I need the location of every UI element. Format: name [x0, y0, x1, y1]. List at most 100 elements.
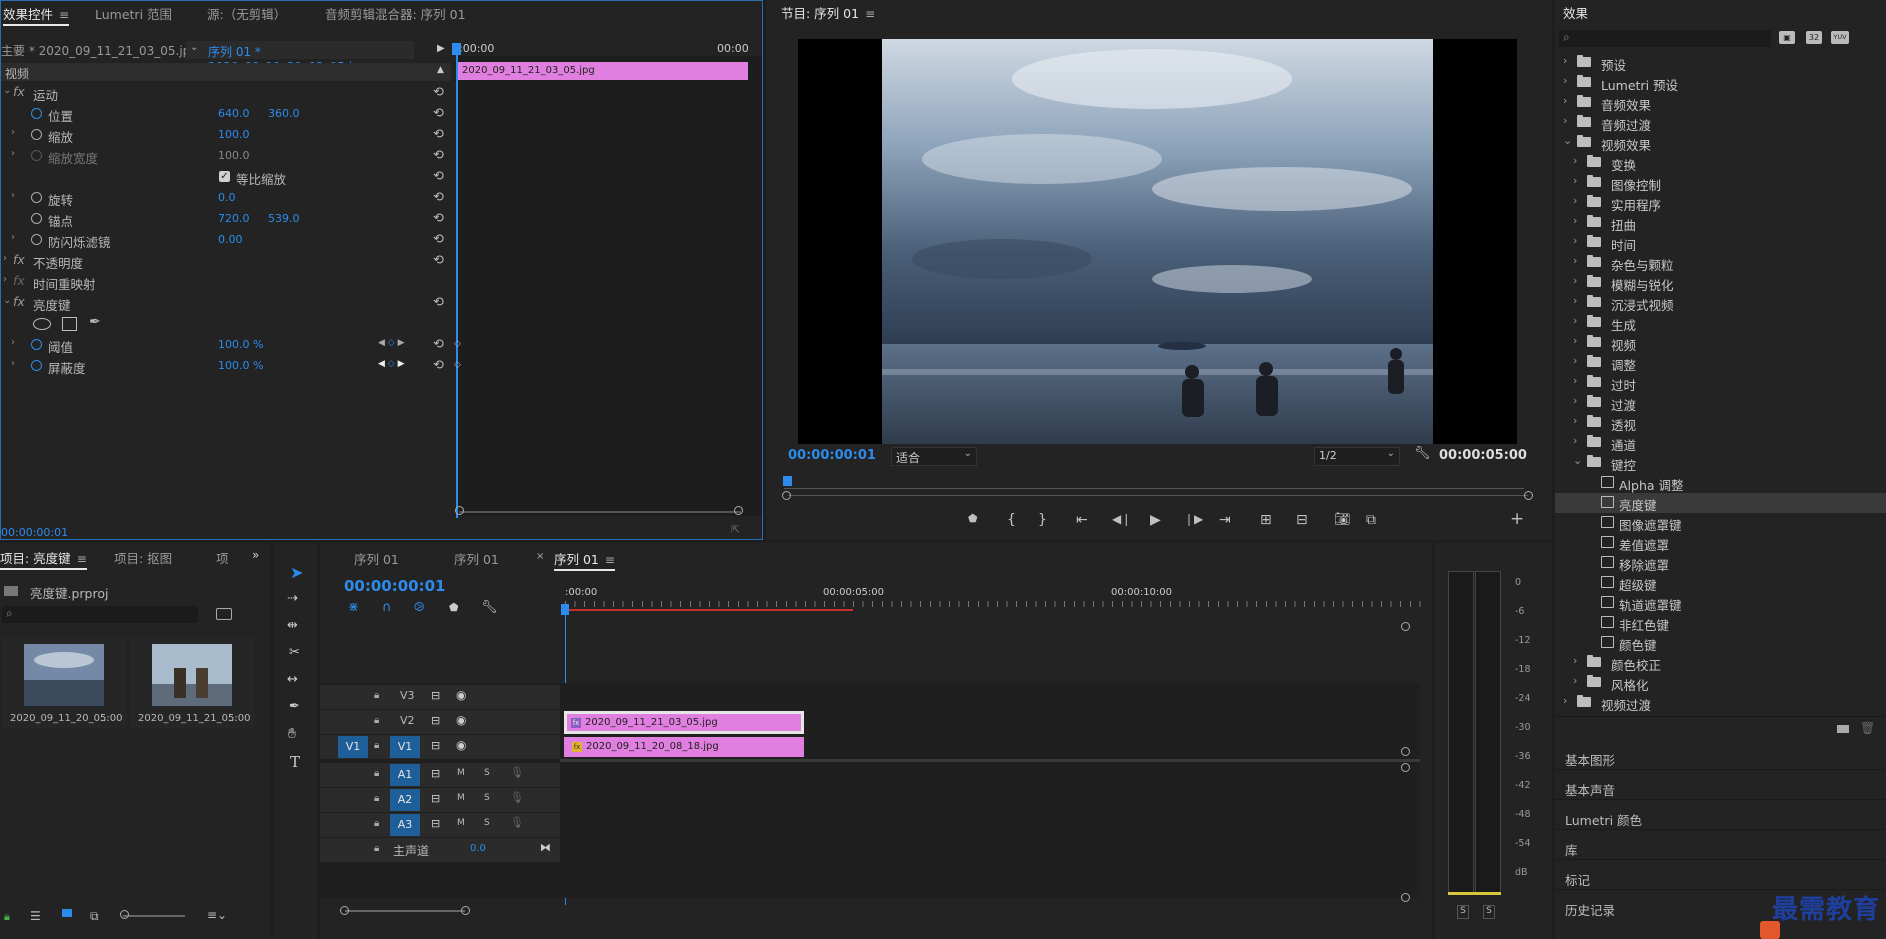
- tab-project-luma-key[interactable]: 项目: 亮度键 ≡: [0, 548, 87, 570]
- linked-select-icon[interactable]: ⧁: [414, 600, 424, 615]
- add-button-icon[interactable]: +: [1510, 509, 1524, 529]
- tab-audio-clip-mixer[interactable]: 音频剪辑混合器: 序列 01: [325, 4, 466, 23]
- scroll-handle-icon[interactable]: [1524, 491, 1533, 500]
- effects-folder-item[interactable]: › 时间: [1555, 233, 1886, 253]
- track-target-a2[interactable]: A2: [390, 789, 420, 811]
- type-tool-icon[interactable]: T: [290, 753, 300, 771]
- microphone-icon[interactable]: 🎙︎: [510, 791, 524, 804]
- sort-icon[interactable]: ≡⌄: [207, 908, 227, 922]
- track-target-v1[interactable]: V1: [390, 736, 420, 758]
- zoom-slider-handle[interactable]: [120, 910, 129, 919]
- sync-lock-icon[interactable]: ⊟: [431, 817, 440, 830]
- chevron-right-icon[interactable]: ›: [1573, 234, 1577, 247]
- effect-item[interactable]: 图像遮罩键: [1555, 513, 1886, 533]
- overflow-icon[interactable]: »: [252, 548, 259, 562]
- position-y-value[interactable]: 360.0: [268, 107, 300, 120]
- sync-lock-icon[interactable]: ⊟: [431, 714, 440, 727]
- scroll-handle-icon[interactable]: [1401, 747, 1410, 756]
- scroll-handle-icon[interactable]: [782, 491, 791, 500]
- effects-folder-item[interactable]: › Lumetri 预设: [1555, 73, 1886, 93]
- effects-folder-item[interactable]: › 杂色与颗粒: [1555, 253, 1886, 273]
- work-area-bar[interactable]: [565, 609, 853, 611]
- sync-lock-icon[interactable]: ⊟: [431, 739, 440, 752]
- effect-item[interactable]: 颜色键: [1555, 633, 1886, 653]
- section-lumetri-color[interactable]: Lumetri 颜色: [1565, 810, 1642, 829]
- tab-sequence-2[interactable]: 序列 01: [454, 549, 499, 568]
- track-select-tool-icon[interactable]: ⇢: [287, 591, 298, 606]
- accelerated-effects-icon[interactable]: ▣: [1779, 31, 1795, 44]
- pen-mask-icon[interactable]: ✒: [89, 314, 101, 330]
- effects-folder-item[interactable]: › 调整: [1555, 353, 1886, 373]
- stopwatch-icon[interactable]: [31, 234, 42, 245]
- tab-sequence-1[interactable]: 序列 01: [354, 549, 399, 568]
- tab-sequence-3[interactable]: 序列 01 ≡: [554, 549, 615, 571]
- lock-icon[interactable]: 🔒︎: [374, 715, 379, 726]
- section-markers[interactable]: 标记: [1565, 870, 1590, 889]
- effects-folder-item[interactable]: › 过时: [1555, 373, 1886, 393]
- hand-tool-icon[interactable]: ✋︎: [288, 726, 296, 742]
- chevron-right-icon[interactable]: ›: [1573, 394, 1577, 407]
- tab-program[interactable]: 节目: 序列 01 ≡: [781, 3, 875, 22]
- ec-timeline-area[interactable]: 2020_09_11_21_03_05.jpg: [456, 56, 762, 516]
- effects-folder-item[interactable]: › 颜色校正: [1555, 653, 1886, 673]
- track-target-a1[interactable]: A1: [390, 764, 420, 786]
- new-bin-icon[interactable]: [216, 608, 232, 620]
- mark-in-icon[interactable]: {: [1007, 512, 1016, 528]
- effects-folder-item[interactable]: › 生成: [1555, 313, 1886, 333]
- motion-row[interactable]: ⌄ fx 运动 ⟲: [1, 83, 451, 103]
- clip-v2[interactable]: fx 2020_09_11_21_03_05.jpg: [567, 714, 801, 731]
- lock-icon[interactable]: 🔒︎: [374, 843, 379, 854]
- tab-project-matting[interactable]: 项目: 抠图: [114, 548, 172, 567]
- ec-zoom-scrollbar[interactable]: [459, 511, 741, 513]
- effects-folder-item[interactable]: › 透视: [1555, 413, 1886, 433]
- project-search-input[interactable]: ⌕: [2, 606, 198, 623]
- timeline-ruler[interactable]: :00:00 00:00:05:00 00:00:10:00: [565, 587, 1425, 613]
- effect-item[interactable]: Alpha 调整: [1555, 473, 1886, 493]
- stopwatch-icon[interactable]: [31, 129, 42, 140]
- project-item[interactable]: 2020_09_11_20_0... 5:00: [2, 638, 126, 728]
- mute-button[interactable]: M: [457, 793, 465, 803]
- effect-item[interactable]: 差值遮罩: [1555, 533, 1886, 553]
- scroll-handle-icon[interactable]: [1401, 893, 1410, 902]
- stopwatch-icon[interactable]: [31, 108, 42, 119]
- master-clip-label[interactable]: 主要 * 2020_09_11_21_03_05.jpg: [1, 42, 198, 59]
- scroll-handle-icon[interactable]: [1401, 622, 1410, 631]
- threshold-value[interactable]: 100.0 %: [218, 338, 263, 351]
- collapse-up-icon[interactable]: ▲: [437, 65, 444, 75]
- scroll-handle-icon[interactable]: [340, 906, 349, 915]
- effects-folder-item[interactable]: › 图像控制: [1555, 173, 1886, 193]
- track-label[interactable]: V2: [400, 714, 415, 727]
- ec-playhead-handle[interactable]: [452, 43, 461, 55]
- effects-folder-item[interactable]: › 沉浸式视频: [1555, 293, 1886, 313]
- effect-item[interactable]: 超级键: [1555, 573, 1886, 593]
- fx-icon[interactable]: fx: [13, 294, 25, 309]
- razor-tool-icon[interactable]: ✂: [289, 645, 300, 660]
- source-patch-v1[interactable]: V1: [338, 736, 368, 758]
- effects-folder-item[interactable]: › 预设: [1555, 53, 1886, 73]
- effects-folder-item[interactable]: › 实用程序: [1555, 193, 1886, 213]
- effects-folder-item[interactable]: ⌄ 视频效果: [1555, 133, 1886, 153]
- program-zoom-bar[interactable]: [788, 495, 1528, 496]
- new-folder-icon[interactable]: [1837, 725, 1849, 733]
- rotation-value[interactable]: 0.0: [218, 191, 236, 204]
- solo-button[interactable]: S: [484, 793, 490, 803]
- chevron-right-icon[interactable]: ›: [1563, 74, 1567, 87]
- chevron-right-icon[interactable]: ›: [1573, 354, 1577, 367]
- reset-icon[interactable]: ⟲: [433, 106, 444, 121]
- chevron-right-icon[interactable]: ›: [1563, 114, 1567, 127]
- tab-lumetri-scopes[interactable]: Lumetri 范围: [95, 4, 172, 23]
- uniform-scale-checkbox[interactable]: ✓: [219, 171, 230, 182]
- opacity-row[interactable]: › fx 不透明度 ⟲: [1, 251, 451, 271]
- effects-folder-item[interactable]: › 通道: [1555, 433, 1886, 453]
- effect-item[interactable]: 亮度键: [1555, 493, 1886, 513]
- keyframe-nav-icon[interactable]: ◀ ◇ ▶: [378, 338, 405, 348]
- program-ruler[interactable]: [784, 478, 1524, 489]
- chevron-right-icon[interactable]: ›: [1573, 314, 1577, 327]
- effects-search-input[interactable]: ⌕: [1559, 30, 1771, 47]
- fx-icon[interactable]: fx: [13, 84, 25, 99]
- add-marker-icon[interactable]: ⬟: [449, 601, 459, 614]
- chevron-right-icon[interactable]: ›: [1573, 434, 1577, 447]
- chevron-right-icon[interactable]: ›: [1563, 94, 1567, 107]
- luma-key-row[interactable]: ⌄ fx 亮度键 ⟲: [1, 293, 451, 313]
- fx-icon[interactable]: fx: [13, 252, 25, 267]
